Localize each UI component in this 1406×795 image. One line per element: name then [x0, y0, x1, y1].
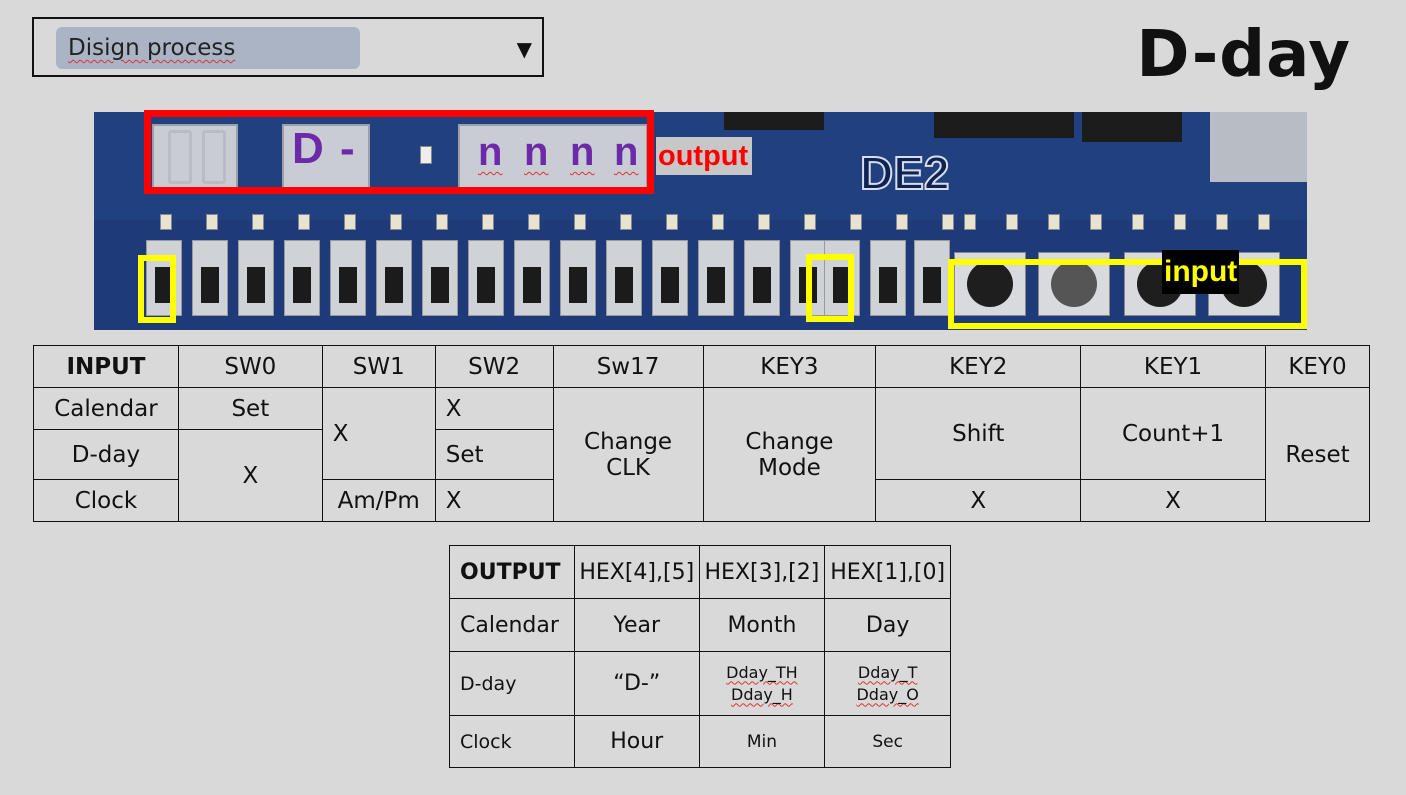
header-key2: KEY2	[875, 345, 1082, 388]
cell-key3-merged: Change Mode	[702, 387, 877, 522]
row-label-dday: D-day	[33, 429, 179, 480]
dropdown-selected-value[interactable]: Disign process	[56, 27, 360, 69]
header-hex45: HEX[4],[5]	[573, 545, 700, 599]
switch[interactable]	[514, 240, 550, 316]
header-key1: KEY1	[1080, 345, 1266, 388]
row-label-clock: Clock	[33, 479, 179, 522]
header-key0: KEY0	[1264, 345, 1371, 388]
switch[interactable]	[560, 240, 596, 316]
switch[interactable]	[698, 240, 734, 316]
board-chip	[724, 112, 824, 130]
input-highlight-sw0	[806, 254, 854, 322]
row-label-clock: Clock	[449, 715, 575, 768]
process-dropdown[interactable]: Disign process ▼	[32, 17, 544, 77]
switch[interactable]	[422, 240, 458, 316]
input-highlight-sw17	[138, 255, 176, 323]
cell-dday-prefix: “D-”	[573, 651, 700, 716]
input-mapping-table: INPUT SW0 SW1 SW2 Sw17 KEY3 KEY2 KEY1 KE…	[33, 345, 1371, 522]
cell-key0-merged: Reset	[1264, 387, 1371, 522]
header-sw17: Sw17	[552, 345, 704, 388]
cell-sw0-merged: X	[177, 429, 323, 522]
sd-card-slot	[1210, 112, 1307, 182]
cell-clock-sw2: X	[434, 479, 554, 522]
switch[interactable]	[284, 240, 320, 316]
switch[interactable]	[330, 240, 366, 316]
switch[interactable]	[238, 240, 274, 316]
switch[interactable]	[744, 240, 780, 316]
header-sw0: SW0	[177, 345, 323, 388]
header-sw2: SW2	[434, 345, 554, 388]
cell-sw17-merged: Change CLK	[552, 387, 704, 522]
input-highlight-keys	[948, 259, 1307, 329]
header-output: OUTPUT	[449, 545, 575, 599]
cell-key1-merged: Count+1	[1080, 387, 1266, 480]
row-label-dday: D-day	[449, 651, 575, 716]
switch[interactable]	[192, 240, 228, 316]
header-hex32: HEX[3],[2]	[698, 545, 826, 599]
row-label-calendar: Calendar	[449, 598, 575, 652]
cell-calendar-month: Month	[698, 598, 826, 652]
header-hex10: HEX[1],[0]	[824, 545, 951, 599]
cell-clock-key1: X	[1080, 479, 1266, 522]
switch[interactable]	[652, 240, 688, 316]
cell-clock-min: Min	[698, 715, 826, 768]
cell-sw1-merged: X	[321, 387, 436, 480]
board-chip	[1082, 112, 1182, 142]
output-highlight-box	[144, 110, 654, 194]
cell-clock-sec: Sec	[824, 715, 951, 768]
switch[interactable]	[606, 240, 642, 316]
input-label: input	[1162, 250, 1240, 294]
cell-dday-t-o: Dday_T Dday_O	[824, 651, 951, 716]
row-label-calendar: Calendar	[33, 387, 179, 430]
header-sw1: SW1	[321, 345, 436, 388]
cell-clock-sw1: Am/Pm	[321, 479, 436, 522]
cell-dday-sw2: Set	[434, 429, 554, 480]
page-title: D-day	[1136, 18, 1351, 92]
cell-calendar-year: Year	[573, 598, 700, 652]
cell-dday-th-h: Dday_TH Dday_H	[698, 651, 826, 716]
switch-sw1[interactable]	[870, 240, 906, 316]
cell-calendar-sw2: X	[434, 387, 554, 430]
output-mapping-table: OUTPUT HEX[4],[5] HEX[3],[2] HEX[1],[0] …	[449, 545, 951, 768]
header-key3: KEY3	[702, 345, 877, 388]
header-input: INPUT	[33, 345, 179, 388]
cell-clock-key2: X	[875, 479, 1082, 522]
cell-calendar-sw0: Set	[177, 387, 323, 430]
switch-sw0[interactable]	[914, 240, 950, 316]
de2-logo: DE2	[859, 146, 950, 200]
cell-calendar-day: Day	[824, 598, 951, 652]
board-chip	[934, 112, 1074, 138]
cell-key2-merged: Shift	[875, 387, 1082, 480]
switch[interactable]	[468, 240, 504, 316]
cell-clock-hour: Hour	[573, 715, 700, 768]
switch[interactable]	[376, 240, 412, 316]
chevron-down-icon[interactable]: ▼	[517, 37, 532, 61]
output-label: output	[656, 137, 753, 175]
